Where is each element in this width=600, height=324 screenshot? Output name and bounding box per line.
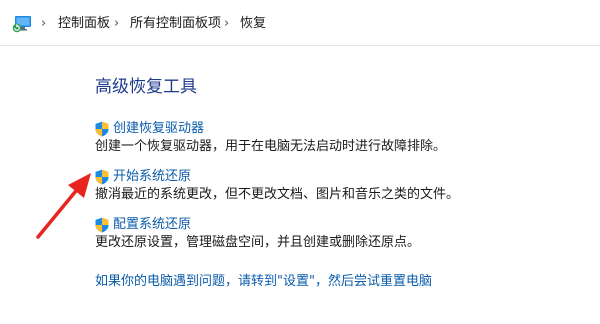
configure-system-restore-link[interactable]: 配置系统还原 xyxy=(113,216,191,234)
breadcrumb-separator: › xyxy=(114,16,120,31)
create-recovery-drive-description: 创建一个恢复驱动器，用于在电脑无法启动时进行故障排除。 xyxy=(95,139,447,154)
breadcrumb-item-control-panel[interactable]: 控制面板 xyxy=(58,15,110,33)
create-recovery-drive-link[interactable]: 创建恢复驱动器 xyxy=(113,120,204,138)
control-panel-icon[interactable] xyxy=(12,15,32,33)
reset-pc-settings-link[interactable]: 如果你的电脑遇到问题，请转到"设置"，然后尝试重置电脑 xyxy=(95,273,432,291)
page-title: 高级恢复工具 xyxy=(95,77,197,97)
breadcrumb-item-all-control-panel-items[interactable]: 所有控制面板项 xyxy=(130,15,221,33)
breadcrumb-separator: › xyxy=(224,16,230,31)
uac-shield-icon xyxy=(95,217,109,233)
breadcrumb: › 控制面板 › 所有控制面板项 › 恢复 xyxy=(0,0,600,46)
start-system-restore-description: 撤消最近的系统更改，但不更改文档、图片和音乐之类的文件。 xyxy=(95,187,460,202)
uac-shield-icon xyxy=(95,121,109,137)
breadcrumb-item-recovery[interactable]: 恢复 xyxy=(240,15,266,33)
configure-system-restore-description: 更改还原设置，管理磁盘空间，并且创建或删除还原点。 xyxy=(95,235,421,250)
recovery-window: › 控制面板 › 所有控制面板项 › 恢复 高级恢复工具 创建恢复驱动器 创建一… xyxy=(0,0,600,324)
uac-shield-icon xyxy=(95,169,109,185)
start-system-restore-link[interactable]: 开始系统还原 xyxy=(113,168,191,186)
breadcrumb-separator: › xyxy=(41,16,47,31)
